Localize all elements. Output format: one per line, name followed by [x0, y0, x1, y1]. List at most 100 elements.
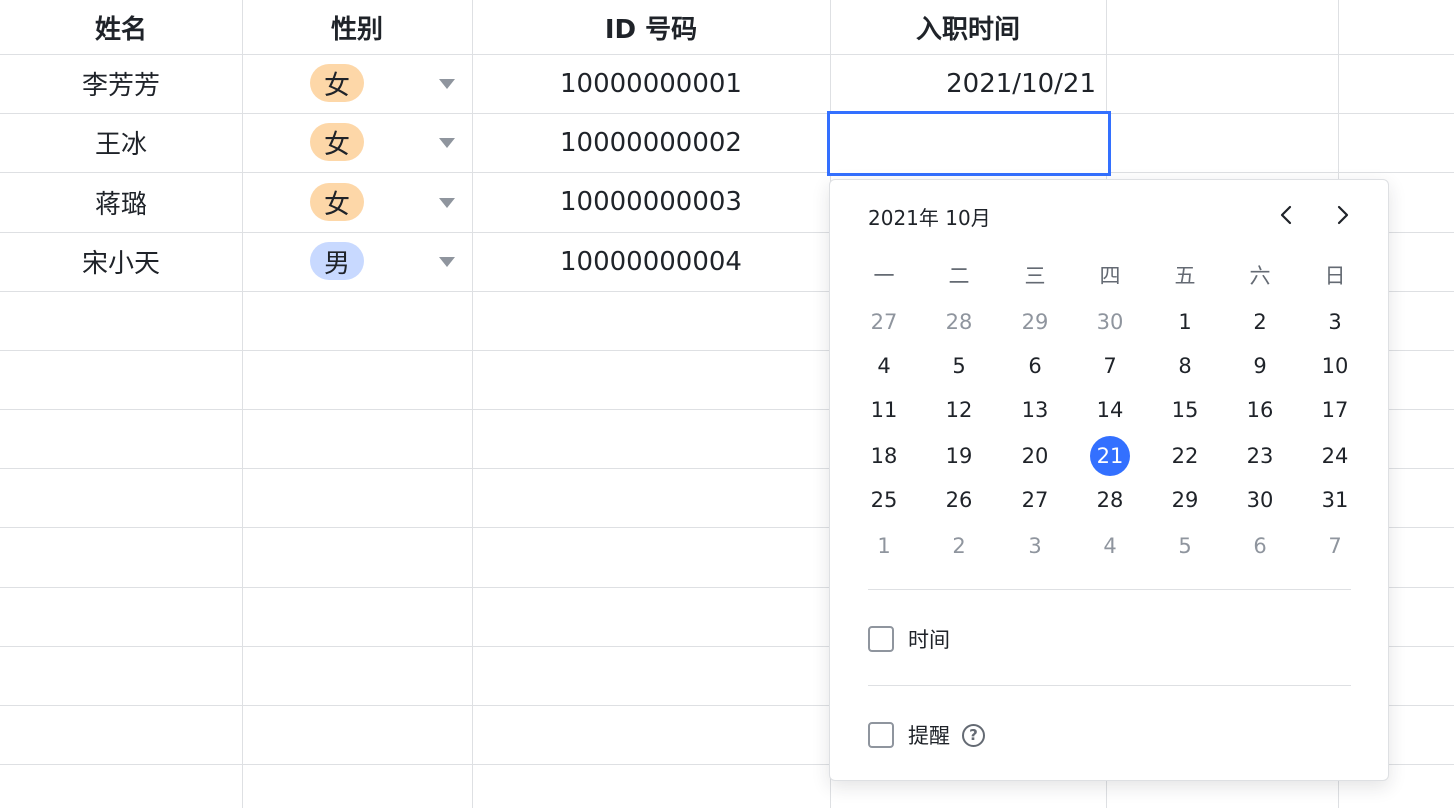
time-toggle[interactable]: 时间: [868, 624, 950, 654]
reminder-checkbox[interactable]: [868, 722, 894, 748]
day-cell[interactable]: 3: [1313, 302, 1357, 342]
day-number: 1: [877, 534, 891, 558]
reminder-toggle[interactable]: 提醒 ?: [868, 720, 985, 750]
dropdown-caret-icon[interactable]: [439, 79, 455, 89]
day-number: 7: [1328, 534, 1342, 558]
day-cell-selected[interactable]: 21: [1088, 436, 1132, 476]
reminder-label: 提醒: [908, 724, 950, 748]
header-hire-date[interactable]: 入职时间: [830, 0, 1106, 54]
day-number: 14: [1096, 398, 1124, 422]
day-cell[interactable]: 6: [1238, 526, 1282, 566]
dropdown-caret-icon[interactable]: [439, 138, 455, 148]
day-number: 2: [1253, 310, 1267, 334]
day-cell[interactable]: 29: [1013, 302, 1057, 342]
day-cell[interactable]: 26: [937, 480, 981, 520]
cell-name[interactable]: 蒋璐: [0, 172, 242, 232]
day-number: 16: [1246, 398, 1274, 422]
dropdown-caret-icon[interactable]: [439, 198, 455, 208]
cell-gender[interactable]: 男: [242, 232, 472, 291]
day-number: 3: [1028, 534, 1042, 558]
gender-tag: 女: [310, 123, 364, 161]
day-number: 6: [1028, 354, 1042, 378]
day-number: 27: [870, 310, 898, 334]
day-cell[interactable]: 4: [862, 346, 906, 386]
header-name[interactable]: 姓名: [0, 0, 242, 54]
header-id[interactable]: ID 号码: [472, 0, 830, 54]
time-checkbox[interactable]: [868, 626, 894, 652]
day-cell[interactable]: 23: [1238, 436, 1282, 476]
divider: [868, 685, 1351, 686]
day-cell[interactable]: 19: [937, 436, 981, 476]
day-cell[interactable]: 14: [1088, 390, 1132, 430]
day-cell[interactable]: 22: [1163, 436, 1207, 476]
cell-id[interactable]: 10000000001: [472, 54, 830, 113]
chevron-right-icon: [1337, 205, 1349, 225]
dropdown-caret-icon[interactable]: [439, 257, 455, 267]
month-title: 2021年 10月: [868, 206, 991, 230]
day-cell[interactable]: 24: [1313, 436, 1357, 476]
day-cell[interactable]: 2: [1238, 302, 1282, 342]
cell-id[interactable]: 10000000002: [472, 113, 830, 172]
day-number: 29: [1021, 310, 1049, 334]
cell-name[interactable]: 王冰: [0, 113, 242, 172]
day-cell[interactable]: 1: [862, 526, 906, 566]
help-icon[interactable]: ?: [962, 723, 985, 747]
day-cell[interactable]: 29: [1163, 480, 1207, 520]
day-cell[interactable]: 28: [937, 302, 981, 342]
day-cell[interactable]: 7: [1313, 526, 1357, 566]
day-cell[interactable]: 8: [1163, 346, 1207, 386]
day-cell[interactable]: 3: [1013, 526, 1057, 566]
chevron-left-icon: [1280, 205, 1292, 225]
active-cell-hire-date[interactable]: [827, 111, 1111, 176]
day-cell[interactable]: 31: [1313, 480, 1357, 520]
day-number: 15: [1171, 398, 1199, 422]
day-cell[interactable]: 20: [1013, 436, 1057, 476]
day-cell[interactable]: 4: [1088, 526, 1132, 566]
prev-month-button[interactable]: [1272, 200, 1302, 230]
day-number: 26: [945, 488, 973, 512]
day-number: 18: [870, 444, 898, 468]
day-cell[interactable]: 30: [1088, 302, 1132, 342]
day-cell[interactable]: 17: [1313, 390, 1357, 430]
day-cell[interactable]: 10: [1313, 346, 1357, 386]
day-cell[interactable]: 30: [1238, 480, 1282, 520]
header-gender[interactable]: 性别: [242, 0, 472, 54]
day-cell[interactable]: 27: [1013, 480, 1057, 520]
day-cell[interactable]: 9: [1238, 346, 1282, 386]
day-cell[interactable]: 11: [862, 390, 906, 430]
next-month-button[interactable]: [1327, 200, 1357, 230]
day-number: 28: [1096, 488, 1124, 512]
day-number: 4: [877, 354, 891, 378]
weekday-label: 一: [873, 264, 895, 288]
cell-name[interactable]: 宋小天: [0, 232, 242, 291]
weekday-label: 五: [1174, 264, 1196, 288]
cell-gender[interactable]: 女: [242, 54, 472, 113]
cell-gender[interactable]: 女: [242, 113, 472, 172]
day-number: 24: [1321, 444, 1349, 468]
day-cell[interactable]: 13: [1013, 390, 1057, 430]
day-cell[interactable]: 27: [862, 302, 906, 342]
weekday-label: 六: [1249, 264, 1271, 288]
day-number: 10: [1321, 354, 1349, 378]
day-cell[interactable]: 25: [862, 480, 906, 520]
day-number: 30: [1096, 310, 1124, 334]
cell-gender[interactable]: 女: [242, 172, 472, 232]
day-number: 28: [945, 310, 973, 334]
day-cell[interactable]: 12: [937, 390, 981, 430]
cell-name[interactable]: 李芳芳: [0, 54, 242, 113]
cell-id[interactable]: 10000000003: [472, 172, 830, 232]
day-number: 21: [1096, 444, 1124, 468]
day-cell[interactable]: 28: [1088, 480, 1132, 520]
cell-hire-date[interactable]: 2021/10/21: [830, 54, 1106, 113]
day-cell[interactable]: 5: [1163, 526, 1207, 566]
day-cell[interactable]: 18: [862, 436, 906, 476]
cell-id[interactable]: 10000000004: [472, 232, 830, 291]
day-cell[interactable]: 16: [1238, 390, 1282, 430]
weekday-label: 四: [1099, 264, 1121, 288]
day-cell[interactable]: 15: [1163, 390, 1207, 430]
day-cell[interactable]: 1: [1163, 302, 1207, 342]
day-cell[interactable]: 6: [1013, 346, 1057, 386]
day-cell[interactable]: 2: [937, 526, 981, 566]
day-cell[interactable]: 7: [1088, 346, 1132, 386]
day-cell[interactable]: 5: [937, 346, 981, 386]
